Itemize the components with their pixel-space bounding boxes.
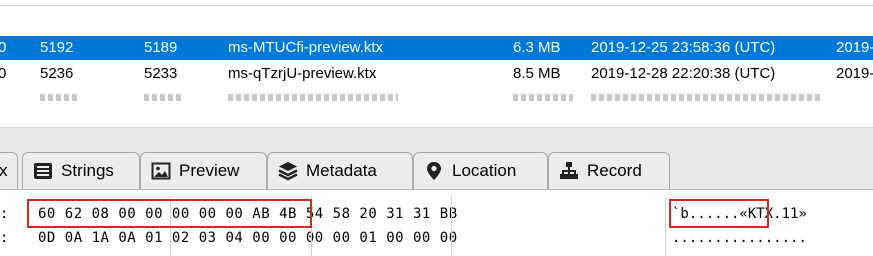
next-date-cell: 2019- [836,65,873,82]
hex-row[interactable]: : 0D 0A 1A 0A 01 02 03 04 00 00 00 00 01… [0,228,873,250]
toolbar-strip [0,0,873,34]
file-size-cell: 8.5 MB [513,65,561,82]
file-list: 0 5192 5189 ms-MTUCfi-preview.ktx 6.3 MB… [0,34,873,92]
tab-hex[interactable]: x [0,152,18,189]
object-id-cell: 5192 [40,39,74,56]
tab-location[interactable]: Location [413,152,548,189]
tab-location-label: Location [452,161,517,180]
selection-box-ascii [669,199,769,228]
hex-offset: : [0,230,9,246]
tab-record[interactable]: Record [548,152,670,189]
parent-id-cell: 5233 [144,65,178,82]
tab-bar: x Strings Preview Metadata Location Reco… [0,127,873,191]
file-row[interactable]: 0 5236 5233 ms-qTzrjU-preview.ktx 8.5 MB… [0,62,873,86]
ascii-text: ................ [672,230,807,246]
next-date-cell: 2019- [836,39,873,56]
modified-date-cell: 2019-12-28 22:20:38 (UTC) [591,65,776,82]
splitter[interactable] [0,101,873,127]
layers-icon [278,161,298,181]
file-size-cell: 6.3 MB [513,39,561,56]
hex-bytes: 0D 0A 1A 0A 01 02 03 04 00 00 00 00 01 0… [38,230,458,246]
file-row-selected[interactable]: 0 5192 5189 ms-MTUCfi-preview.ktx 6.3 MB… [0,36,873,60]
tab-strings[interactable]: Strings [22,152,140,189]
hex-group-divider [451,196,452,256]
hex-offset: : [0,206,9,222]
modified-date-cell: 2019-12-25 23:58:36 (UTC) [591,39,776,56]
sitemap-icon [559,161,579,181]
parent-id-cell: 5189 [144,39,178,56]
image-icon [151,161,171,181]
strings-icon [33,161,53,181]
tab-preview[interactable]: Preview [140,152,267,189]
tab-hex-label: x [0,161,8,180]
file-row-partial[interactable] [0,94,873,101]
selection-box-hex [27,199,312,228]
tab-strings-label: Strings [61,161,114,180]
row-checkbox-cell: 0 [0,65,7,82]
tab-preview-label: Preview [179,161,240,180]
object-id-cell: 5236 [40,65,74,82]
location-pin-icon [424,161,444,181]
file-name-cell: ms-MTUCfi-preview.ktx [228,39,384,56]
tab-metadata-label: Metadata [306,161,377,180]
tab-metadata[interactable]: Metadata [267,152,413,189]
tab-record-label: Record [587,161,642,180]
ascii-divider [665,196,666,256]
row-checkbox-cell: 0 [0,39,7,56]
file-name-cell: ms-qTzrjU-preview.ktx [228,65,377,82]
